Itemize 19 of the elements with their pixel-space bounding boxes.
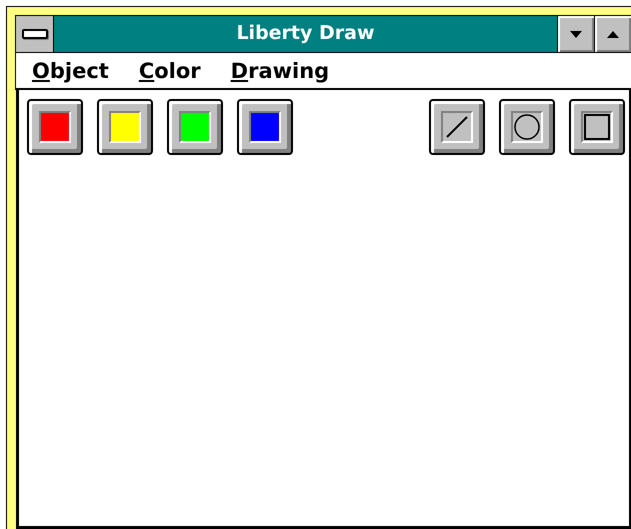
circle-icon <box>514 114 540 140</box>
menu-item[interactable]: Object <box>32 58 109 82</box>
up-triangle-icon <box>607 30 619 38</box>
color-button[interactable] <box>237 99 293 155</box>
square-icon <box>584 114 610 140</box>
system-menu-button[interactable] <box>16 16 54 52</box>
line-tool-button[interactable] <box>429 99 485 155</box>
rectangle-tool-button[interactable] <box>569 99 625 155</box>
menu-item[interactable]: Drawing <box>230 58 330 82</box>
down-triangle-icon <box>570 30 582 38</box>
color-button[interactable] <box>97 99 153 155</box>
maximize-button[interactable] <box>594 16 631 52</box>
color-button[interactable] <box>167 99 223 155</box>
circle-tool-button[interactable] <box>499 99 555 155</box>
color-button[interactable] <box>27 99 83 155</box>
window-title: Liberty Draw <box>235 21 376 46</box>
minimize-button[interactable] <box>557 16 594 52</box>
menu-item[interactable]: Color <box>138 58 201 82</box>
line-icon <box>445 115 469 139</box>
